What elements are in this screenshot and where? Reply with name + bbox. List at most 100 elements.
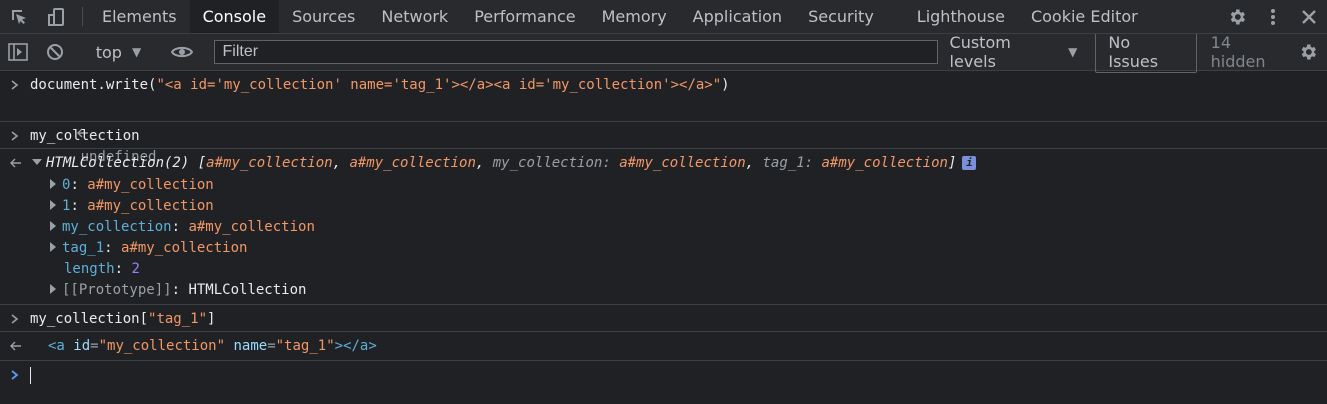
collapsed-triangle-icon[interactable]	[50, 221, 56, 231]
collection-child-row[interactable]: tag_1: a#my_collection	[32, 238, 1327, 259]
console-input-row: my_collection	[0, 122, 1327, 149]
prompt-input[interactable]	[30, 363, 1327, 387]
tab-security[interactable]: Security	[795, 0, 904, 33]
tab-performance[interactable]: Performance	[461, 0, 588, 33]
attr-value: "my_collection"	[98, 338, 226, 354]
collapsed-triangle-icon[interactable]	[50, 242, 56, 252]
result-arrow-icon	[10, 151, 22, 175]
devtools-tab-bar: Elements Console Sources Network Perform…	[0, 0, 1327, 34]
tab-elements[interactable]: Elements	[89, 0, 190, 33]
command-text: my_collection	[30, 128, 140, 144]
collection-summary[interactable]: HTMLCollection(2) [a#my_collection, a#my…	[32, 151, 1327, 175]
issues-button[interactable]: No Issues	[1095, 31, 1197, 73]
tab-memory[interactable]: Memory	[589, 0, 680, 33]
child-value: a#my_collection	[121, 240, 248, 256]
bracket: ]	[947, 155, 957, 171]
toolbar-divider	[82, 7, 83, 26]
result-row: undefined	[30, 97, 1327, 165]
summary-item: a#my_collection	[349, 155, 476, 171]
context-label: top	[95, 42, 122, 62]
command-prefix: my_collection[	[30, 311, 149, 327]
device-toolbar-icon[interactable]	[38, 0, 76, 33]
input-chevron-icon	[10, 73, 20, 97]
dropdown-triangle-icon: ▼	[1068, 45, 1078, 59]
console-input-row: document.write("<a id='my_collection' na…	[0, 71, 1327, 165]
filter-input[interactable]	[213, 40, 938, 64]
length-key: length	[64, 261, 115, 277]
tab-sources[interactable]: Sources	[279, 0, 368, 33]
child-value: a#my_collection	[188, 219, 315, 235]
summary-key: tag_1	[762, 155, 805, 171]
more-options-icon[interactable]	[1255, 7, 1291, 27]
hidden-messages-count: 14 hidden	[1210, 33, 1266, 71]
separator: ,	[332, 155, 350, 171]
command-string: "<a id='my_collection' name='tag_1'></a>…	[156, 77, 722, 93]
length-value: 2	[131, 261, 140, 277]
collection-child-row[interactable]: 1: a#my_collection	[32, 196, 1327, 217]
summary-item: a#my_collection	[206, 155, 333, 171]
command-string: "tag_1"	[148, 311, 208, 327]
console-settings-gear-icon[interactable]	[1290, 34, 1327, 70]
input-chevron-icon	[10, 307, 20, 331]
console-input-row: my_collection["tag_1"]	[0, 305, 1327, 332]
inspect-element-icon[interactable]	[0, 0, 38, 33]
log-levels-dropdown[interactable]: Custom levels ▼	[950, 33, 1078, 71]
expanded-triangle-icon[interactable]	[32, 159, 42, 165]
console-result-row: <a id="my_collection" name="tag_1"></a>	[0, 332, 1327, 361]
settings-gear-icon[interactable]	[1219, 7, 1255, 27]
summary-item: a#my_collection	[821, 155, 948, 171]
context-selector[interactable]: top ▼	[86, 43, 151, 62]
show-sidebar-icon[interactable]	[0, 34, 36, 70]
console-result-block: HTMLCollection(2) [a#my_collection, a#my…	[0, 149, 1327, 305]
attr-name: id	[73, 338, 91, 354]
log-levels-label: Custom levels	[949, 33, 1011, 71]
live-expression-eye-icon[interactable]	[164, 34, 200, 70]
result-arrow-icon	[10, 97, 89, 138]
command-suffix: )	[721, 77, 730, 93]
tag-close: ></a>	[334, 338, 377, 354]
collapsed-triangle-icon[interactable]	[50, 200, 56, 210]
console-output: document.write("<a id='my_collection' na…	[0, 71, 1327, 387]
tag-open: <a	[48, 338, 65, 354]
command-text: document.write("<a id='my_collection' na…	[30, 73, 1327, 97]
close-devtools-icon[interactable]	[1291, 8, 1327, 26]
tab-lighthouse[interactable]: Lighthouse	[904, 0, 1018, 33]
command-prefix: document.write(	[30, 77, 157, 93]
child-value: a#my_collection	[87, 177, 214, 193]
tab-network[interactable]: Network	[368, 0, 461, 33]
result-arrow-icon	[10, 334, 22, 358]
separator: ,	[475, 155, 493, 171]
child-value: a#my_collection	[87, 198, 214, 214]
summary-key: my_collection	[492, 155, 603, 171]
info-icon[interactable]: i	[962, 156, 977, 170]
child-key: tag_1	[62, 240, 105, 256]
prototype-value: HTMLCollection	[188, 282, 307, 298]
input-chevron-icon	[10, 124, 20, 148]
prompt-chevron-icon	[10, 363, 20, 387]
console-prompt[interactable]	[0, 361, 1327, 387]
bracket: [	[189, 155, 207, 171]
summary-item: a#my_collection	[619, 155, 746, 171]
tab-console[interactable]: Console	[189, 0, 280, 33]
tab-cookie-editor[interactable]: Cookie Editor	[1018, 0, 1151, 33]
attr-name: name	[233, 338, 268, 354]
tab-application[interactable]: Application	[680, 0, 795, 33]
clear-console-icon[interactable]	[36, 34, 72, 70]
collection-child-row[interactable]: 0: a#my_collection	[32, 175, 1327, 196]
attr-value: "tag_1"	[275, 338, 335, 354]
collapsed-triangle-icon[interactable]	[50, 179, 56, 189]
prototype-key: [[Prototype]]	[62, 282, 172, 298]
element-result[interactable]: <a id="my_collection" name="tag_1"></a>	[48, 334, 1327, 358]
collection-prototype-row[interactable]: [[Prototype]]: HTMLCollection	[32, 280, 1327, 301]
console-toolbar: top ▼ Custom levels ▼ No Issues 14 hidde…	[0, 31, 1327, 73]
collapsed-triangle-icon[interactable]	[50, 284, 56, 294]
collection-length-row: length: 2	[64, 261, 140, 277]
command-suffix: ]	[207, 311, 216, 327]
dropdown-triangle-icon: ▼	[131, 45, 142, 59]
command-text: my_collection["tag_1"]	[30, 307, 1327, 331]
collection-child-row[interactable]: my_collection: a#my_collection	[32, 217, 1327, 238]
collection-type: HTMLCollection(2)	[46, 155, 190, 171]
text-caret	[30, 366, 31, 384]
tab-bar-actions	[1206, 0, 1327, 33]
child-key: my_collection	[62, 219, 172, 235]
